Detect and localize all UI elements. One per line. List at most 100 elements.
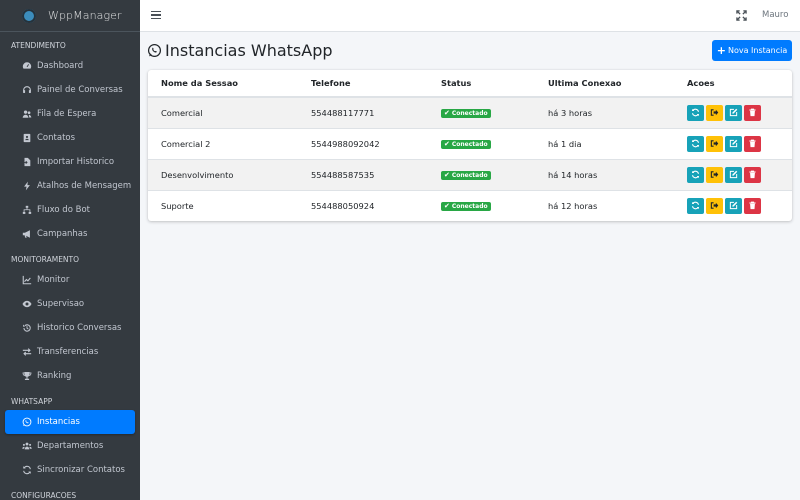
session-name-cell: Comercial bbox=[148, 96, 298, 128]
edit-icon bbox=[729, 108, 738, 117]
reconnect-button[interactable] bbox=[687, 197, 704, 214]
sidebar-item-monitor[interactable]: Monitor bbox=[5, 268, 135, 292]
delete-button[interactable] bbox=[744, 135, 761, 152]
instances-table: Nome da Sessao Telefone Status Ultima Conex… bbox=[148, 70, 792, 221]
edit-button[interactable] bbox=[725, 135, 742, 152]
sidebar-item-supervisao[interactable]: Supervisao bbox=[5, 292, 135, 316]
column-header: Status bbox=[428, 70, 535, 98]
instances-card: Nome da Sessao Telefone Status Ultima Conex… bbox=[148, 70, 792, 221]
column-header: Ultima Conexao bbox=[535, 70, 674, 98]
last-connection-cell: há 1 dia bbox=[535, 127, 674, 159]
sitemap-icon bbox=[21, 205, 32, 216]
sidebar-item-dashboard[interactable]: Dashboard bbox=[5, 54, 135, 78]
status-cell: ✔ Conectado bbox=[428, 127, 535, 159]
disconnect-button[interactable] bbox=[706, 135, 723, 152]
disconnect-button[interactable] bbox=[706, 104, 723, 121]
column-header: Telefone bbox=[298, 70, 428, 98]
sidebar-item-label: Supervisao bbox=[37, 299, 85, 309]
sidebar: WppManager ATENDIMENTO Dashboard Painel de… bbox=[0, 0, 140, 500]
sync-icon bbox=[691, 170, 700, 179]
main-content: Instancias WhatsApp + Nova Instancia Nom… bbox=[140, 32, 800, 500]
sidebar-item-label: Sincronizar Contatos bbox=[37, 465, 125, 475]
sidebar-item-sincronizar-contatos[interactable]: Sincronizar Contatos bbox=[5, 458, 135, 482]
table-row: Desenvolvimento 554488587535 ✔ Conectado há … bbox=[148, 158, 792, 190]
last-connection-cell: há 12 horas bbox=[535, 189, 674, 221]
check-icon: ✔ bbox=[444, 202, 450, 211]
status-badge: ✔ Conectado bbox=[441, 202, 491, 212]
reconnect-button[interactable] bbox=[687, 166, 704, 183]
status-cell: ✔ Conectado bbox=[428, 189, 535, 221]
sidebar-item-label: Importar Historico bbox=[37, 157, 115, 167]
brand-logo-icon bbox=[22, 8, 36, 23]
sidebar-item-painel-de-conversas[interactable]: Painel de Conversas bbox=[5, 78, 135, 102]
sidebar-item-label: Atalhos de Mensagem bbox=[37, 181, 132, 191]
disconnect-button[interactable] bbox=[706, 197, 723, 214]
nav-section-header: MONITORAMENTO bbox=[11, 255, 80, 264]
sidebar-item-transferencias[interactable]: Transferencias bbox=[5, 340, 135, 364]
phone-cell: 554488587535 bbox=[298, 158, 428, 190]
trash-icon bbox=[748, 201, 757, 210]
sidebar-item-atalhos-de-mensagem[interactable]: Atalhos de Mensagem bbox=[5, 174, 135, 198]
sidebar-item-departamentos[interactable]: Departamentos bbox=[5, 434, 135, 458]
sidebar-item-label: Transferencias bbox=[37, 347, 99, 357]
session-name-cell: Desenvolvimento bbox=[148, 158, 298, 190]
eye-icon bbox=[21, 299, 32, 310]
sidebar-nav: ATENDIMENTO Dashboard Painel de Conversas F… bbox=[0, 32, 140, 500]
sidebar-item-label: Historico Conversas bbox=[37, 323, 122, 333]
delete-button[interactable] bbox=[744, 166, 761, 183]
actions-cell bbox=[674, 127, 792, 159]
disconnect-button[interactable] bbox=[706, 166, 723, 183]
sidebar-item-fluxo-do-bot[interactable]: Fluxo do Bot bbox=[5, 198, 135, 222]
sidebar-item-historico-conversas[interactable]: Historico Conversas bbox=[5, 316, 135, 340]
reconnect-button[interactable] bbox=[687, 104, 704, 121]
page-title: Instancias WhatsApp bbox=[147, 41, 333, 60]
table-row: Comercial 554488117771 ✔ Conectado há 3 hora… bbox=[148, 96, 792, 128]
delete-button[interactable] bbox=[744, 104, 761, 121]
phone-cell: 554488050924 bbox=[298, 189, 428, 221]
sidebar-item-importar-historico[interactable]: Importar Historico bbox=[5, 150, 135, 174]
status-text: Conectado bbox=[451, 110, 488, 118]
edit-button[interactable] bbox=[725, 166, 742, 183]
trash-icon bbox=[748, 139, 757, 148]
trash-icon bbox=[748, 108, 757, 117]
actions-cell bbox=[674, 96, 792, 128]
sidebar-item-ranking[interactable]: Ranking bbox=[5, 364, 135, 388]
page-title-text: Instancias WhatsApp bbox=[165, 41, 333, 60]
sidebar-item-fila-de-espera[interactable]: Fila de Espera bbox=[5, 102, 135, 126]
table-row: Comercial 2 5544988092042 ✔ Conectado há 1 d… bbox=[148, 127, 792, 159]
row-actions bbox=[687, 104, 792, 121]
actions-cell bbox=[674, 158, 792, 190]
sign-out-icon bbox=[710, 170, 719, 179]
sidebar-item-contatos[interactable]: Contatos bbox=[5, 126, 135, 150]
sidebar-item-label: Dashboard bbox=[37, 61, 84, 71]
last-connection-cell: há 14 horas bbox=[535, 158, 674, 190]
new-instance-button[interactable]: + Nova Instancia bbox=[712, 40, 792, 61]
status-badge: ✔ Conectado bbox=[441, 171, 491, 180]
edit-button[interactable] bbox=[725, 197, 742, 214]
edit-icon bbox=[729, 201, 738, 210]
fullscreen-icon[interactable] bbox=[736, 10, 747, 21]
plus-icon: + bbox=[716, 44, 726, 57]
nav-section-header: CONFIGURACOES bbox=[11, 491, 77, 500]
edit-button[interactable] bbox=[725, 104, 742, 121]
sidebar-item-label: Fila de Espera bbox=[37, 109, 97, 119]
new-instance-label: Nova Instancia bbox=[727, 46, 788, 55]
reconnect-button[interactable] bbox=[687, 135, 704, 152]
table-row: Suporte 554488050924 ✔ Conectado há 12 horas bbox=[148, 189, 792, 221]
sync-icon bbox=[691, 139, 700, 148]
top-navbar: Mauro bbox=[140, 0, 800, 32]
sidebar-item-campanhas[interactable]: Campanhas bbox=[5, 222, 135, 246]
status-text: Conectado bbox=[451, 203, 488, 211]
sidebar-item-instancias[interactable]: Instancias bbox=[5, 410, 135, 434]
row-actions bbox=[687, 166, 792, 183]
menu-toggle-icon[interactable] bbox=[151, 9, 161, 21]
status-badge: ✔ Conectado bbox=[441, 140, 491, 149]
sidebar-item-label: Contatos bbox=[37, 133, 76, 143]
delete-button[interactable] bbox=[744, 197, 761, 214]
brand-link[interactable]: WppManager bbox=[0, 0, 140, 32]
sign-out-icon bbox=[710, 201, 719, 210]
check-icon: ✔ bbox=[444, 109, 450, 118]
column-header: Acoes bbox=[674, 70, 792, 98]
user-menu[interactable]: Mauro bbox=[762, 10, 788, 20]
nav-section-header: ATENDIMENTO bbox=[11, 41, 66, 50]
